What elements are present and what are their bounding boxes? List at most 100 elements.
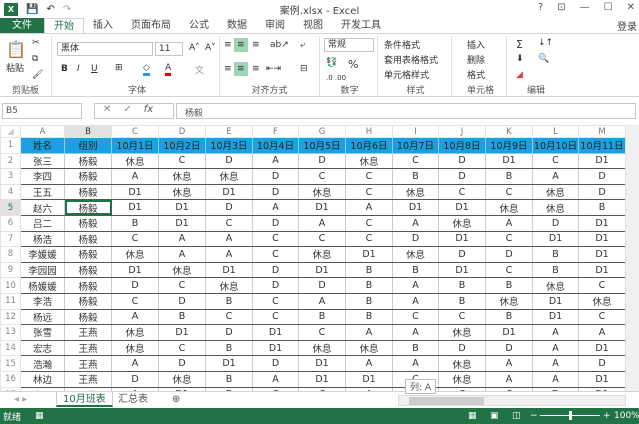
column-header-K[interactable]: K xyxy=(485,125,533,138)
cell-G1[interactable]: 10月5日 xyxy=(298,137,346,154)
cell-M16[interactable]: D1 xyxy=(578,370,625,388)
cell-C3[interactable]: A xyxy=(111,168,159,185)
cell-F15[interactable]: D xyxy=(252,355,299,372)
cell-K7[interactable]: C xyxy=(485,230,533,248)
cell-B1[interactable]: 组别 xyxy=(64,137,112,154)
column-header-D[interactable]: D xyxy=(158,125,206,138)
cell-I1[interactable]: 10月7日 xyxy=(392,137,439,154)
cell-B15[interactable]: 王燕 xyxy=(64,355,112,372)
cell-D12[interactable]: B xyxy=(158,308,206,326)
cell-C5[interactable]: D1 xyxy=(111,199,159,216)
cell-G5[interactable]: D1 xyxy=(298,199,346,216)
enter-icon[interactable]: ✓ xyxy=(123,104,131,118)
cell-G6[interactable]: A xyxy=(298,214,346,232)
cell-C16[interactable]: D xyxy=(111,370,159,388)
cell-A13[interactable]: 张雪 xyxy=(20,324,65,341)
scroll-thumb[interactable] xyxy=(409,397,484,405)
format-cells-button[interactable]: 格式 xyxy=(467,68,485,81)
cell-I5[interactable]: D1 xyxy=(392,199,439,216)
cell-K15[interactable]: A xyxy=(485,355,533,372)
cell-B16[interactable]: 王燕 xyxy=(64,370,112,388)
currency-icon[interactable]: 💱 xyxy=(326,58,337,68)
row-header[interactable]: 12 xyxy=(0,308,21,326)
cell-I4[interactable]: 休息 xyxy=(392,183,439,201)
cell-D3[interactable]: 休息 xyxy=(158,168,206,185)
cell-K16[interactable]: A xyxy=(485,370,533,388)
cell-A12[interactable]: 杨远 xyxy=(20,308,65,326)
cell-K3[interactable]: B xyxy=(485,168,533,185)
cell-I3[interactable]: B xyxy=(392,168,439,185)
cell-J8[interactable]: D xyxy=(438,246,486,263)
clear-icon[interactable]: ◢ xyxy=(516,70,523,80)
cut-icon[interactable]: ✂ xyxy=(32,38,40,48)
redo-icon[interactable]: ↷ xyxy=(63,4,71,15)
cell-F2[interactable]: A xyxy=(252,152,299,170)
cell-L1[interactable]: 10月10日 xyxy=(532,137,579,154)
format-painter-icon[interactable]: 🖌 xyxy=(32,70,43,80)
insert-function-button[interactable]: fx xyxy=(144,104,153,118)
column-header-A[interactable]: A xyxy=(20,125,65,138)
underline-button[interactable]: U xyxy=(91,64,98,74)
help-button[interactable]: ? xyxy=(538,2,543,13)
row-header[interactable]: 1 xyxy=(0,137,21,154)
cell-D14[interactable]: C xyxy=(158,339,206,357)
cell-I6[interactable]: A xyxy=(392,214,439,232)
cell-B2[interactable]: 杨毅 xyxy=(64,152,112,170)
middle-align-icon[interactable]: ≡ xyxy=(234,38,248,52)
cell-C7[interactable]: C xyxy=(111,230,159,248)
horizontal-scrollbar[interactable] xyxy=(398,395,626,406)
column-header-E[interactable]: E xyxy=(205,125,253,138)
spreadsheet-grid[interactable]: ◢ A B C D E F G H I J K L M 1 姓名 组别 10月1日 10月2日 10月3日 10月4日 1… xyxy=(0,125,625,391)
cell-M11[interactable]: 休息 xyxy=(578,292,625,310)
cell-A8[interactable]: 李媛媛 xyxy=(20,246,65,263)
cell-B5[interactable]: 杨毅 xyxy=(64,199,112,216)
cell-D9[interactable]: 休息 xyxy=(158,261,206,279)
find-icon[interactable]: 🔍 xyxy=(538,54,549,64)
formula-input[interactable]: 杨毅 xyxy=(176,103,636,119)
cell-L12[interactable]: D1 xyxy=(532,308,579,326)
cell-B7[interactable]: 杨毅 xyxy=(64,230,112,248)
cell-D8[interactable]: A xyxy=(158,246,206,263)
cell-C10[interactable]: D xyxy=(111,277,159,294)
cell-E13[interactable]: D xyxy=(205,324,253,341)
tab-insert[interactable]: 插入 xyxy=(84,18,122,33)
cell-F12[interactable]: C xyxy=(252,308,299,326)
decimal-icons[interactable]: .0 .00 xyxy=(326,74,346,82)
cell-K6[interactable]: A xyxy=(485,214,533,232)
cell-M13[interactable]: A xyxy=(578,324,625,341)
align-center-icon[interactable]: ≡ xyxy=(234,62,248,76)
cell-A4[interactable]: 王五 xyxy=(20,183,65,201)
merge-center-icon[interactable]: ⊟ xyxy=(300,64,308,74)
cell-G8[interactable]: 休息 xyxy=(298,246,346,263)
row-header[interactable]: 6 xyxy=(0,214,21,232)
cell-C6[interactable]: B xyxy=(111,214,159,232)
cell-A6[interactable]: 吕二 xyxy=(20,214,65,232)
cell-M2[interactable]: D1 xyxy=(578,152,625,170)
cell-I13[interactable]: A xyxy=(392,324,439,341)
cell-H7[interactable]: C xyxy=(345,230,393,248)
row-header[interactable]: 16 xyxy=(0,370,21,388)
row-header[interactable]: 10 xyxy=(0,277,21,294)
sheet-table[interactable]: ◢ A B C D E F G H I J K L M 1 姓名 组别 10月1日 10月2日 10月3日 10月4日 1… xyxy=(0,125,625,391)
cell-D13[interactable]: D1 xyxy=(158,324,206,341)
tab-data[interactable]: 数据 xyxy=(218,18,256,33)
font-color-icon[interactable]: A xyxy=(165,63,172,76)
cell-D4[interactable]: 休息 xyxy=(158,183,206,201)
cell-H10[interactable]: B xyxy=(345,277,393,294)
cell-K4[interactable]: C xyxy=(485,183,533,201)
tab-developer[interactable]: 开发工具 xyxy=(332,18,390,33)
cell-B13[interactable]: 王燕 xyxy=(64,324,112,341)
cell-L7[interactable]: D1 xyxy=(532,230,579,248)
cell-L9[interactable]: B xyxy=(532,261,579,279)
cell-L8[interactable]: B xyxy=(532,246,579,263)
row-header[interactable]: 7 xyxy=(0,230,21,248)
tab-file[interactable]: 文件 xyxy=(0,18,44,33)
cell-F10[interactable]: D xyxy=(252,277,299,294)
cell-H12[interactable]: B xyxy=(345,308,393,326)
sheet-tab-summary[interactable]: 汇总表 xyxy=(112,392,154,407)
cell-H13[interactable]: A xyxy=(345,324,393,341)
cell-D2[interactable]: C xyxy=(158,152,206,170)
cell-M9[interactable]: D1 xyxy=(578,261,625,279)
tab-home[interactable]: 开始 xyxy=(44,18,84,33)
increase-font-icon[interactable]: A˄ xyxy=(189,43,200,53)
